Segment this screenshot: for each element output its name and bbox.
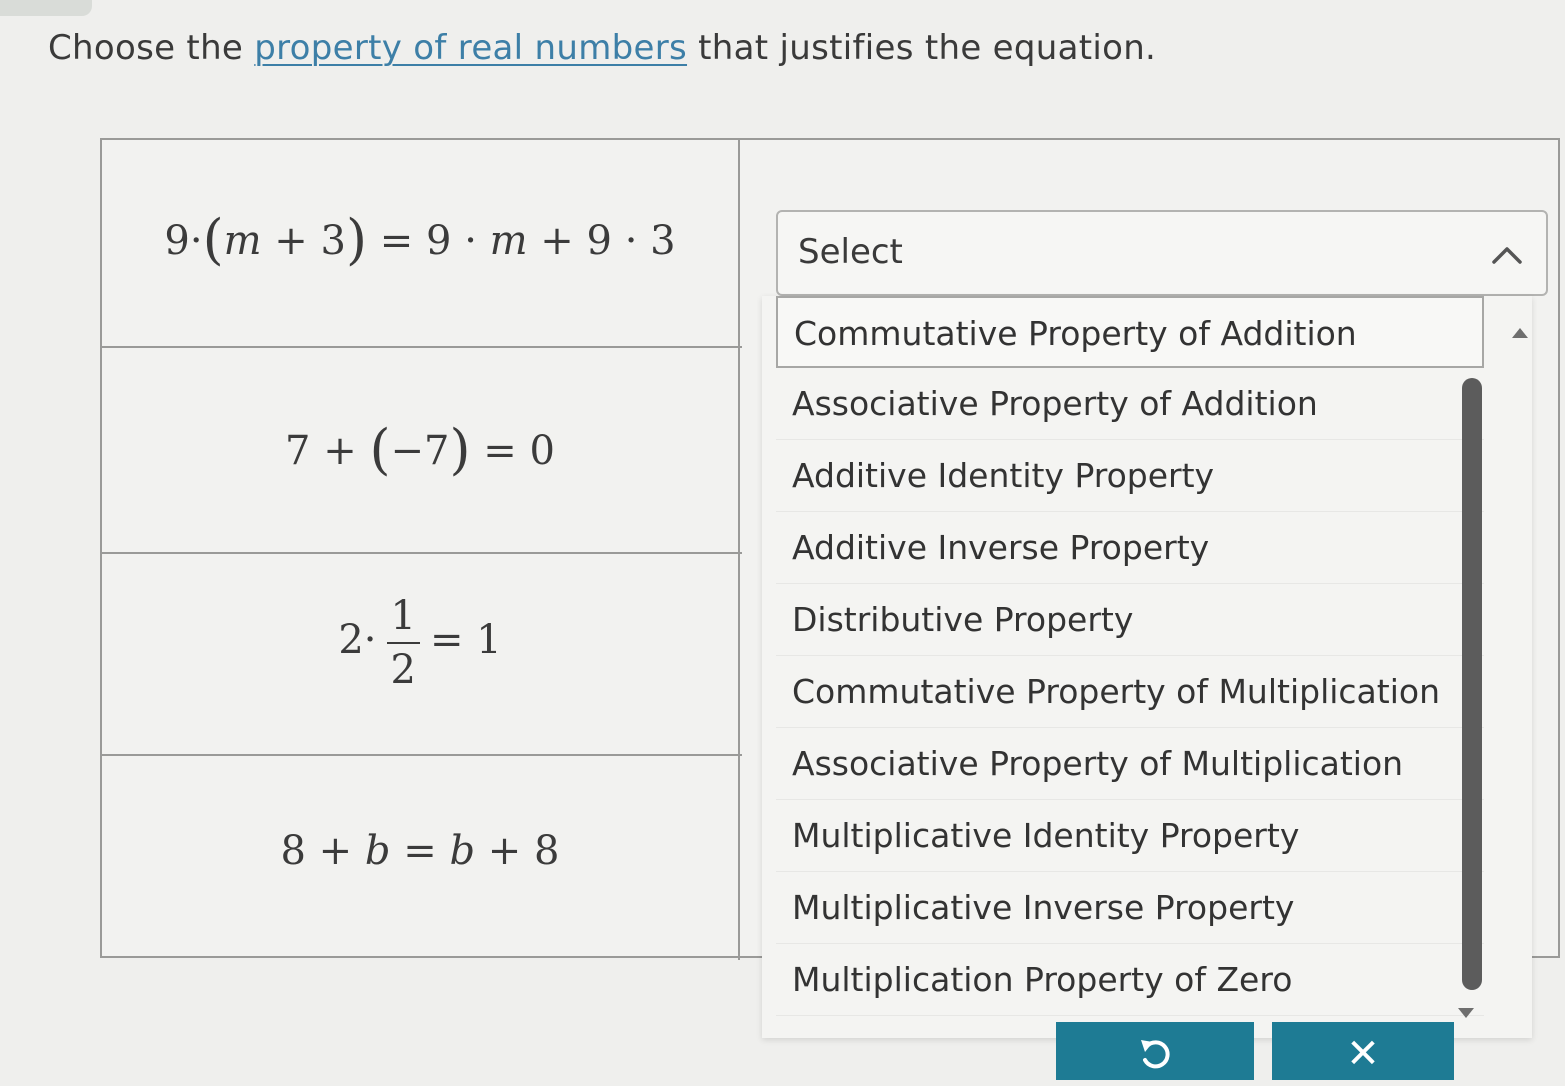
property-link[interactable]: property of real numbers <box>254 28 687 68</box>
column-divider <box>738 140 740 960</box>
undo-button[interactable] <box>1056 1022 1254 1080</box>
option-associative-multiplication[interactable]: Associative Property of Multiplication <box>776 728 1484 800</box>
select-label: Select <box>798 232 903 272</box>
option-associative-addition[interactable]: Associative Property of Addition <box>776 368 1484 440</box>
fraction: 12 <box>386 596 420 690</box>
scroll-down-arrow-icon[interactable] <box>1458 1008 1474 1018</box>
option-distributive[interactable]: Distributive Property <box>776 584 1484 656</box>
top-tab <box>0 0 92 16</box>
chevron-up-icon <box>1492 247 1522 264</box>
prompt-text-before: Choose the <box>48 28 255 68</box>
equation-additive-inverse: 7 + (−7) = 0 <box>285 418 555 481</box>
option-commutative-multiplication[interactable]: Commutative Property of Multiplication <box>776 656 1484 728</box>
question-prompt: Choose the property of real numbers that… <box>48 28 1156 68</box>
row-divider <box>102 754 742 756</box>
undo-icon <box>1141 1040 1170 1069</box>
scrollbar-thumb[interactable] <box>1462 378 1482 990</box>
option-multiplicative-inverse[interactable]: Multiplicative Inverse Property <box>776 872 1484 944</box>
property-dropdown-list[interactable]: Commutative Property of Addition Associa… <box>762 296 1532 1038</box>
option-additive-identity[interactable]: Additive Identity Property <box>776 440 1484 512</box>
row-divider <box>102 552 742 554</box>
close-icon: ✕ <box>1346 1031 1380 1077</box>
row-divider <box>102 346 742 348</box>
option-multiplication-zero[interactable]: Multiplication Property of Zero <box>776 944 1484 1016</box>
equation-commutative: 8 + b = b + 8 <box>280 828 560 874</box>
prompt-text-after: that justifies the equation. <box>687 28 1157 68</box>
equation-multiplicative-inverse: 2· 1 2 = 1 <box>338 593 502 693</box>
option-multiplicative-identity[interactable]: Multiplicative Identity Property <box>776 800 1484 872</box>
close-button[interactable]: ✕ <box>1272 1022 1454 1080</box>
property-select[interactable]: Select <box>776 210 1548 296</box>
scroll-up-arrow-icon[interactable] <box>1512 328 1528 338</box>
equation-distributive: 9·(m + 3) = 9 · m + 9 · 3 <box>164 208 676 271</box>
option-commutative-addition[interactable]: Commutative Property of Addition <box>776 296 1484 368</box>
option-additive-inverse[interactable]: Additive Inverse Property <box>776 512 1484 584</box>
